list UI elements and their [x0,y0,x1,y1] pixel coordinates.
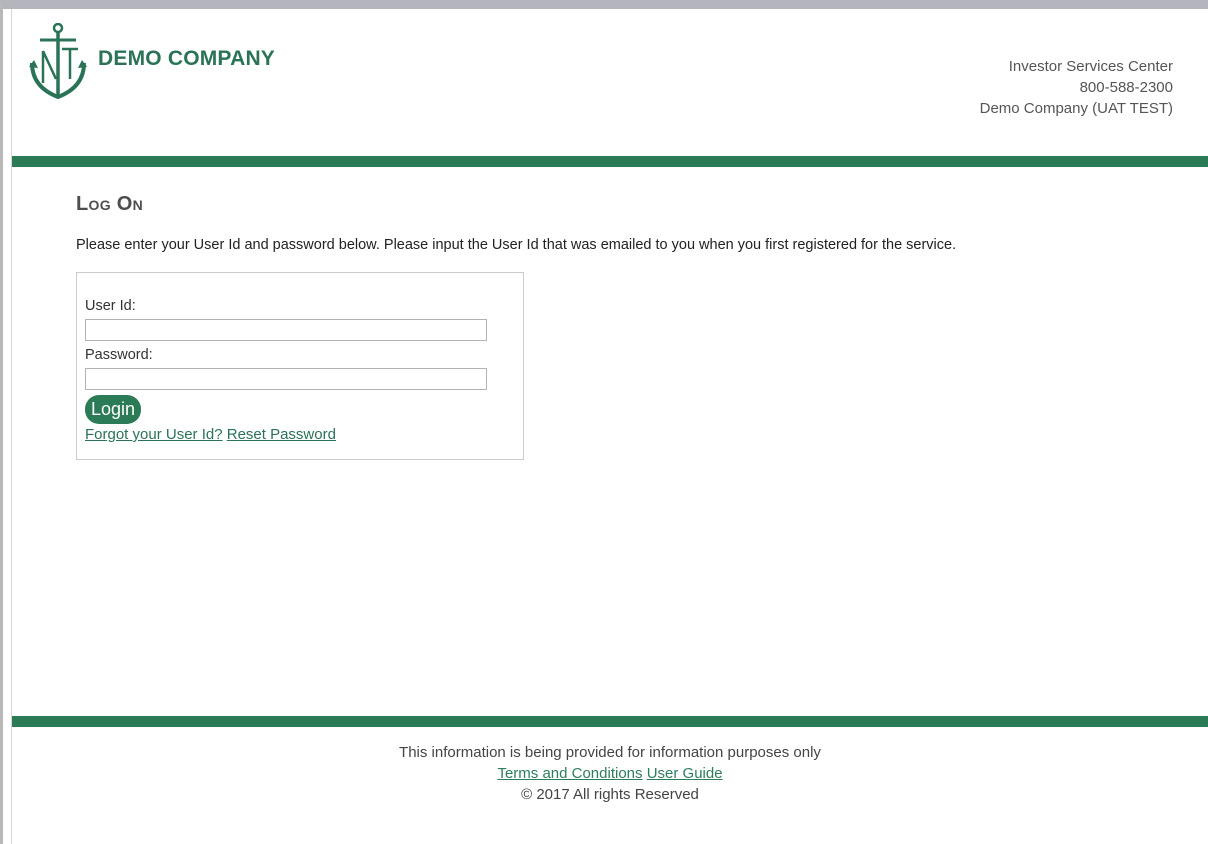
footer-links: Terms and Conditions User Guide [12,763,1208,784]
footer-band [12,716,1208,727]
contact-entity: Demo Company (UAT TEST) [979,100,1173,117]
help-links: Forgot your User Id? Reset Password [85,426,336,443]
page-title: Log On [76,193,144,215]
password-label: Password: [85,347,153,363]
forgot-user-id-link[interactable]: Forgot your User Id? [85,426,223,443]
reset-password-link[interactable]: Reset Password [227,426,336,443]
password-input[interactable] [85,368,487,390]
terms-link[interactable]: Terms and Conditions [497,765,642,782]
contact-block: Investor Services Center 800-588-2300 De… [980,56,1173,119]
user-id-label: User Id: [85,298,136,314]
page-footer: This information is being provided for i… [12,742,1208,805]
login-button[interactable]: Login [85,395,142,424]
footer-copyright: © 2017 All rights Reserved [521,786,699,803]
user-id-input[interactable] [85,319,487,341]
login-form: User Id: Password: Login Forgot your Use… [76,272,524,460]
company-name: DEMO COMPANY [98,47,276,70]
user-guide-link[interactable]: User Guide [647,765,723,782]
contact-center: Investor Services Center [1008,58,1173,75]
anchor-nt-logo-icon [29,23,87,100]
contact-phone: 800-588-2300 [1079,79,1173,96]
footer-disclaimer: This information is being provided for i… [399,744,821,761]
header-band [12,156,1208,167]
page-header: DEMO COMPANY Investor Services Center 80… [12,9,1208,156]
intro-text: Please enter your User Id and password b… [76,237,957,253]
